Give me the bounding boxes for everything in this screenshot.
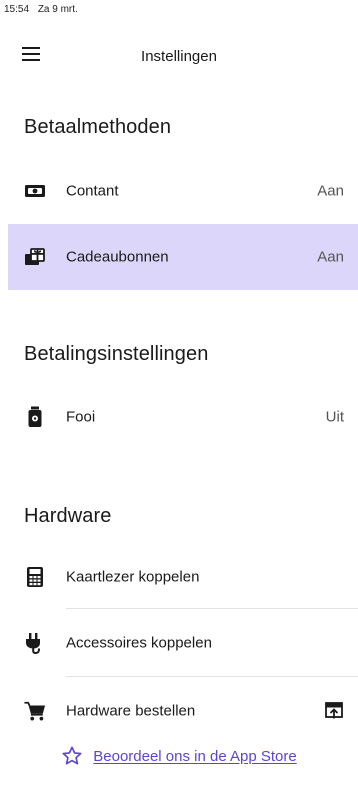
cash-icon [24,180,46,202]
row-label: Hardware bestellen [66,702,196,720]
row-value: Aan [317,182,344,200]
card-reader-icon [24,566,46,588]
divider [66,608,358,609]
external-link-icon [324,701,344,721]
status-date: Za 9 mrt. [37,4,78,15]
star-outline-icon [62,746,82,765]
shopping-cart-icon [24,700,46,722]
row-hardware-bestellen[interactable]: Hardware bestellen [8,678,358,744]
top-bar: Instellingen [0,38,358,78]
gift-card-icon [24,246,46,268]
row-label: Accessoires koppelen [66,634,212,652]
row-cadeaubonnen[interactable]: Cadeaubonnen Aan [8,224,358,290]
row-fooi[interactable]: Fooi Uit [8,384,358,450]
rate-app-link[interactable]: Beoordeel ons in de App Store [0,742,358,770]
rate-app-link-text: Beoordeel ons in de App Store [93,747,297,765]
row-label: Cadeaubonnen [66,248,169,266]
section-title-payment-settings: Betalingsinstellingen [24,343,209,365]
status-bar: 15:54 Za 9 mrt. [0,0,358,20]
page-title: Instellingen [141,48,217,65]
row-value: Aan [317,248,344,266]
row-contant[interactable]: Contant Aan [8,158,358,224]
row-label: Contant [66,182,119,200]
row-label: Fooi [66,408,96,426]
plug-icon [24,632,46,654]
row-value: Uit [325,408,344,426]
status-time: 15:54 [4,4,30,15]
section-title-hardware: Hardware [24,505,112,527]
divider [66,676,358,677]
tip-jar-icon [24,406,46,428]
row-accessoires-koppelen[interactable]: Accessoires koppelen [8,610,358,676]
row-kaartlezer-koppelen[interactable]: Kaartlezer koppelen [8,544,358,610]
row-label: Kaartlezer koppelen [66,568,200,586]
section-title-payment-methods: Betaalmethoden [24,116,172,138]
